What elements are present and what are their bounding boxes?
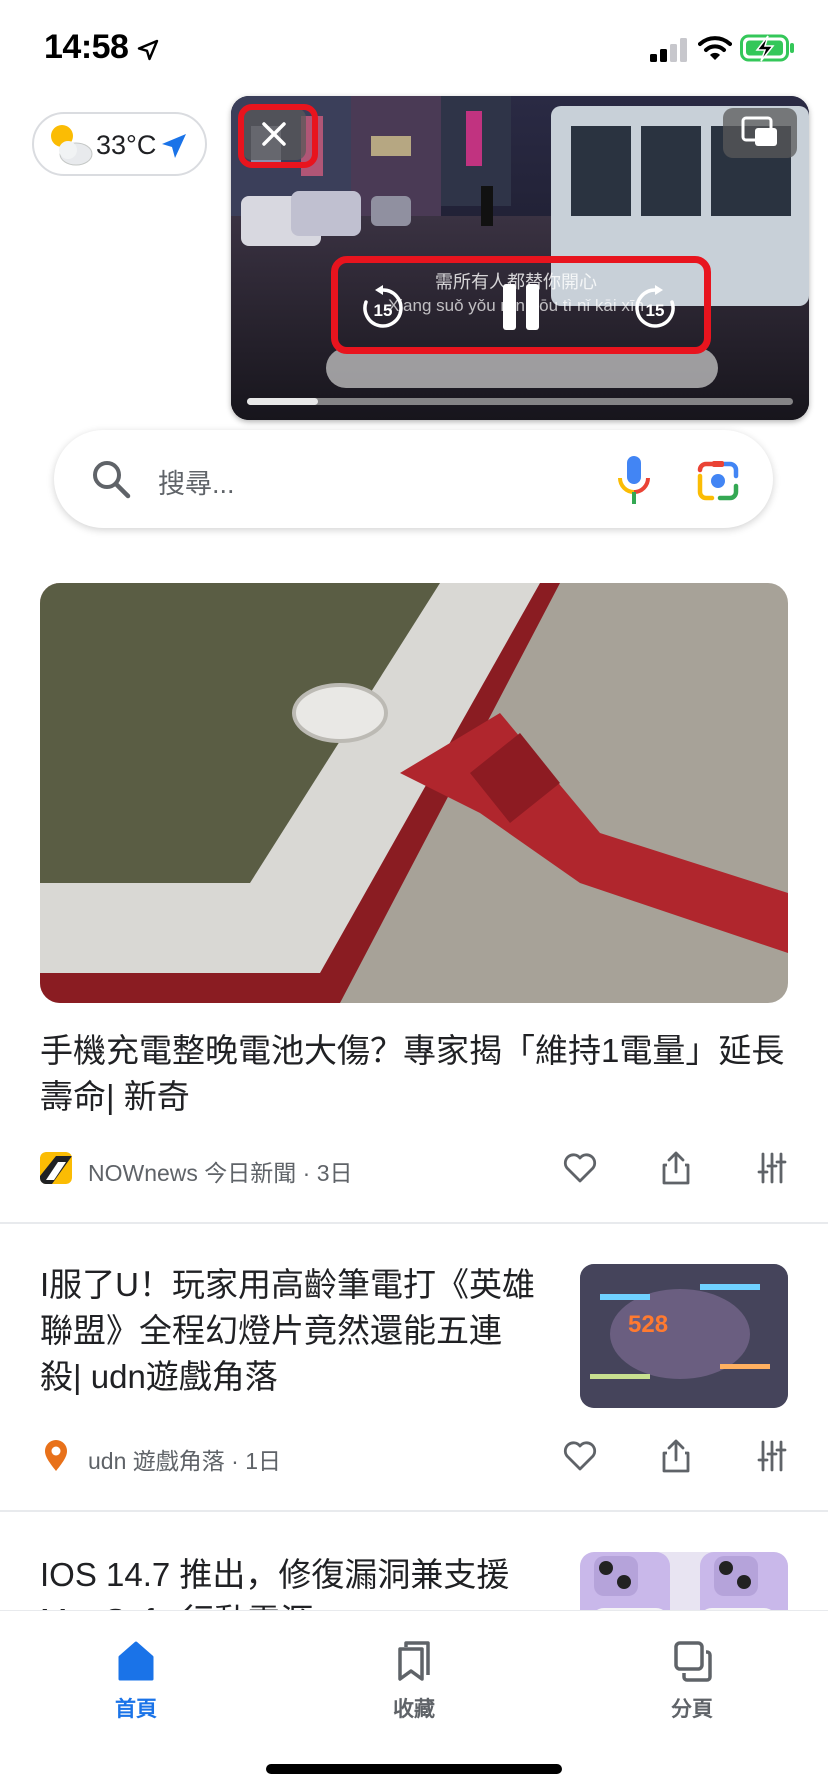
nav-saved-label: 收藏 (393, 1698, 435, 1721)
article-1-source: NOWnews 今日新聞 · 3日 (88, 1160, 353, 1186)
nav-tabs-label: 分頁 (671, 1698, 713, 1721)
picture-in-picture-exit-icon (741, 116, 777, 146)
nav-saved[interactable]: 收藏 (344, 1625, 484, 1725)
article-2-title[interactable]: I服了U！玩家用高齡筆電打《英雄聯盟》全程幻燈片竟然還能五連殺| udn遊戲角落 (40, 1262, 540, 1400)
weather-temperature: 33°C (96, 130, 157, 160)
like-heart-icon[interactable] (562, 1150, 598, 1186)
pip-expand-button[interactable] (723, 108, 797, 158)
wifi-icon (698, 36, 732, 60)
google-lens-camera-icon[interactable] (694, 456, 742, 504)
close-highlight-box (238, 104, 318, 168)
bookmarks-icon (398, 1641, 430, 1681)
home-icon (118, 1641, 154, 1681)
article-divider (0, 1510, 828, 1512)
share-icon[interactable] (658, 1438, 694, 1474)
cellular-signal-icon (650, 38, 687, 62)
search-icon (93, 461, 131, 499)
article-2-source: udn 遊戲角落 · 1日 (88, 1448, 281, 1474)
nownews-logo-icon (40, 1152, 72, 1184)
article-2-thumbnail[interactable]: 528 (580, 1264, 788, 1408)
status-bar: 14:58 (0, 0, 828, 100)
home-indicator[interactable] (266, 1764, 562, 1774)
nav-tabs[interactable]: 分頁 (622, 1625, 762, 1725)
share-icon[interactable] (658, 1150, 694, 1186)
udn-location-pin-icon (45, 1440, 67, 1471)
game-screenshot-thumbnail: 528 (580, 1264, 788, 1408)
pip-video-player[interactable]: 需所有人都替你開心 Xiang suǒ yǒu rén dōu tì nǐ kā… (231, 96, 809, 420)
adjust-sliders-icon[interactable] (754, 1150, 790, 1186)
navigation-arrow-icon (162, 134, 186, 158)
status-time: 14:58 (44, 28, 129, 66)
controls-highlight-box (331, 256, 711, 354)
article-hero-image[interactable] (40, 583, 788, 1003)
adjust-sliders-icon[interactable] (754, 1438, 790, 1474)
partly-cloudy-icon (51, 125, 93, 166)
article-1-source-row: NOWnews 今日新聞 · 3日 (40, 1148, 540, 1188)
like-heart-icon[interactable] (562, 1438, 598, 1474)
pip-progress-bar[interactable] (247, 398, 793, 405)
weather-chip[interactable]: 33°C (32, 112, 207, 176)
article-2-source-row: udn 遊戲角落 · 1日 (40, 1436, 540, 1476)
pip-progress-fill (247, 398, 318, 405)
microphone-icon[interactable] (614, 454, 654, 506)
tabs-icon (674, 1641, 712, 1682)
location-arrow-icon (137, 39, 159, 61)
article-divider (0, 1222, 828, 1224)
battery-charging-icon (740, 34, 794, 62)
nav-home-label: 首頁 (115, 1698, 157, 1721)
search-input[interactable]: 搜尋... (158, 462, 235, 501)
phone-charging-photo (40, 583, 788, 1003)
article-1-title[interactable]: 手機充電整晚電池大傷？專家揭「維持1電量」延長壽命| 新奇 (40, 1028, 792, 1120)
video-lower-bar (326, 348, 718, 388)
search-bar[interactable]: 搜尋... (54, 430, 773, 528)
nav-home[interactable]: 首頁 (66, 1625, 206, 1725)
thumb-damage-number: 528 (628, 1311, 668, 1338)
